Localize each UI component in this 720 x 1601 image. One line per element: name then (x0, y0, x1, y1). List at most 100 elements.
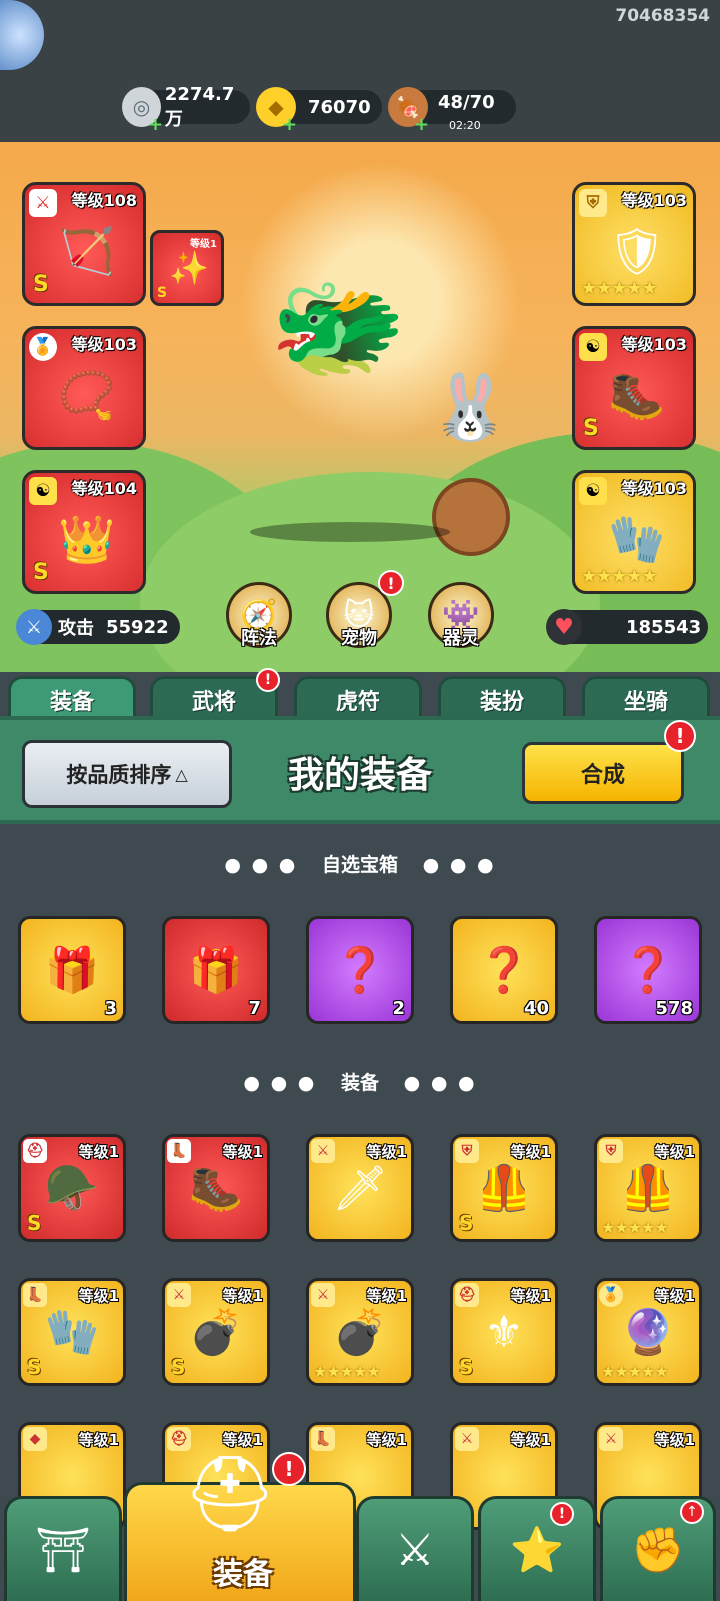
item-level: 等级1 (366, 1143, 407, 1161)
chest-section-title: ● ● ● 自选宝箱 ● ● ● (224, 854, 496, 876)
star-rating: ★★★★★ (601, 1362, 669, 1381)
rabbit-pet: 🐰 (430, 370, 510, 445)
equipment-item[interactable]: ⚔ 🗡 等级1 (306, 1134, 414, 1242)
tab-equipment[interactable]: 装备 (8, 676, 136, 720)
item-grade: S (27, 1355, 42, 1379)
tab-costume[interactable]: 装扮 (438, 676, 566, 720)
chest-item[interactable]: 🎁 7 (162, 916, 270, 1024)
hero-scene: 🐲 🐰 ⚔ 🏹 等级108 S 等级1 ✨ S 🏅 📿 等级103 ☯ 👑 等级… (0, 142, 720, 672)
slot-level: 等级108 (71, 191, 137, 210)
player-avatar[interactable] (0, 0, 44, 70)
player-id: 70468354 (615, 6, 710, 26)
stamina-timer: 02:20 (449, 119, 481, 132)
equipment-item[interactable]: ⛑ 🪖 等级1 S (18, 1134, 126, 1242)
purple-armor-icon: 🛡 (607, 223, 667, 278)
bottom-navigation: ⛩ ⛑ 装备 ! ⚔ ⭐ ! ✊ ↑ (0, 1451, 720, 1601)
sword-tag-icon: ⚔ (455, 1427, 479, 1451)
hp-stat: ♥ 185543 (546, 609, 708, 645)
slot-grade: S (157, 285, 168, 301)
equip-slot-helmet[interactable]: ☯ 👑 等级104 S (22, 470, 146, 594)
sword-icon: ⚔ (16, 609, 52, 645)
hero-character[interactable]: 🐲 (258, 232, 418, 422)
slot-level: 等级1 (190, 239, 217, 250)
add-gold-icon[interactable]: + (282, 114, 297, 135)
treasure-chest-icon: 🎁 (188, 945, 244, 996)
equipment-item[interactable]: 👢 🧤 等级1 S (18, 1278, 126, 1386)
item-level: 等级1 (366, 1431, 407, 1449)
equipment-item[interactable]: 👢 🥾 等级1 (162, 1134, 270, 1242)
chest-item[interactable]: 🎁 3 (18, 916, 126, 1024)
gold-value: 76070 (308, 96, 371, 118)
silver-resource[interactable]: ◎ + 2274.7万 (122, 84, 250, 135)
yin-yang-icon: ☯ (29, 477, 57, 505)
hero-star-icon: ⭐ (509, 1525, 565, 1576)
star-rating: ★★★★★ (601, 1218, 669, 1237)
attack-value: 55922 (106, 616, 169, 638)
item-level: 等级1 (654, 1143, 695, 1161)
item-count: 3 (104, 998, 117, 1019)
equipment-section-title: ● ● ● 装备 ● ● ● (243, 1072, 477, 1094)
bomb-weapon-icon: 💣 (188, 1307, 244, 1358)
nav-battle[interactable]: ⚔ (356, 1496, 474, 1601)
gold-helmet-icon: 🪖 (44, 1163, 100, 1214)
boot-tag-icon: 👢 (311, 1427, 335, 1451)
heart-icon: ♥ (546, 609, 582, 645)
slot-level: 等级103 (621, 479, 687, 498)
pet-alert-badge: ! (378, 570, 404, 596)
gold-resource[interactable]: ◆ + 76070 (256, 87, 382, 135)
item-level: 等级1 (654, 1431, 695, 1449)
equip-slot-accessory[interactable]: 等级1 ✨ S (150, 230, 224, 306)
knight-helmet-icon: ⚜ (484, 1306, 524, 1358)
equip-slot-gloves[interactable]: ☯ 🧤 等级103 ★★★★★ (572, 470, 696, 594)
add-silver-icon[interactable]: + (148, 114, 163, 135)
equip-slot-weapon[interactable]: ⚔ 🏹 等级108 S (22, 182, 146, 306)
slot-level: 等级103 (621, 335, 687, 354)
equipment-item[interactable]: ⛑ ⚜ 等级1 S (450, 1278, 558, 1386)
nav-city[interactable]: ⛩ (4, 1496, 122, 1601)
item-level: 等级1 (222, 1143, 263, 1161)
formation-label: 阵法 (241, 628, 277, 649)
equip-slot-necklace[interactable]: 🏅 📿 等级103 (22, 326, 146, 450)
equipment-item[interactable]: 🏅 🔮 等级1 ★★★★★ (594, 1278, 702, 1386)
red-armor-icon: 🦺 (476, 1163, 532, 1214)
stamina-value: 48/70 (438, 91, 495, 113)
tab-mount[interactable]: 坐骑 (582, 676, 710, 720)
chest-item[interactable]: ❓ 40 (450, 916, 558, 1024)
mooncake-icon (432, 478, 510, 556)
equip-slot-armor[interactable]: ⛨ 🛡 等级103 ★★★★★ (572, 182, 696, 306)
hp-value: 185543 (626, 616, 702, 638)
slot-level: 等级104 (71, 479, 137, 498)
item-grade: S (459, 1211, 474, 1235)
item-level: 等级1 (78, 1143, 119, 1161)
equipment-item[interactable]: ⚔ 💣 等级1 ★★★★★ (306, 1278, 414, 1386)
stamina-resource[interactable]: 🍖 + 48/70 02:20 (388, 87, 516, 135)
slot-grade: S (33, 272, 49, 297)
equipment-alert-badge: ! (272, 1452, 306, 1486)
crossbow-icon: 🏹 (58, 223, 116, 278)
ice-helmet-icon: 👑 (58, 511, 116, 566)
bomb-weapon-icon: 💣 (332, 1307, 388, 1358)
nav-equipment[interactable]: ⛑ 装备 (124, 1451, 356, 1601)
sort-by-quality-button[interactable]: 按品质排序 △ (22, 740, 232, 808)
helmet-tag-icon: ⛑ (167, 1427, 191, 1451)
equip-slot-boots[interactable]: ☯ 🥾 等级103 S (572, 326, 696, 450)
sword-tag-icon: ⚔ (599, 1427, 623, 1451)
merge-button[interactable]: 合成 (522, 742, 684, 804)
nav-heroes[interactable]: ⭐ (478, 1496, 596, 1601)
gauntlet-icon: 🧤 (608, 511, 666, 566)
pet-label: 宠物 (341, 628, 377, 649)
helmet-icon: ⛑ (183, 1451, 277, 1537)
tab-tiger-tally[interactable]: 虎符 (294, 676, 422, 720)
chest-item[interactable]: ❓ 578 (594, 916, 702, 1024)
panel-title: 我的装备 (287, 755, 432, 796)
yin-yang-icon: ☯ (579, 333, 607, 361)
attack-stat: ⚔ 攻击 55922 (16, 609, 180, 645)
add-stamina-icon[interactable]: + (414, 114, 429, 135)
nav-equipment-label: 装备 (213, 1557, 273, 1592)
equipment-item[interactable]: ⚔ 💣 等级1 S (162, 1278, 270, 1386)
armor-tag-icon: ⛨ (579, 189, 607, 217)
item-level: 等级1 (222, 1431, 263, 1449)
chest-item[interactable]: ❓ 2 (306, 916, 414, 1024)
equipment-item[interactable]: ⛨ 🦺 等级1 ★★★★★ (594, 1134, 702, 1242)
equipment-item[interactable]: ⛨ 🦺 等级1 S (450, 1134, 558, 1242)
